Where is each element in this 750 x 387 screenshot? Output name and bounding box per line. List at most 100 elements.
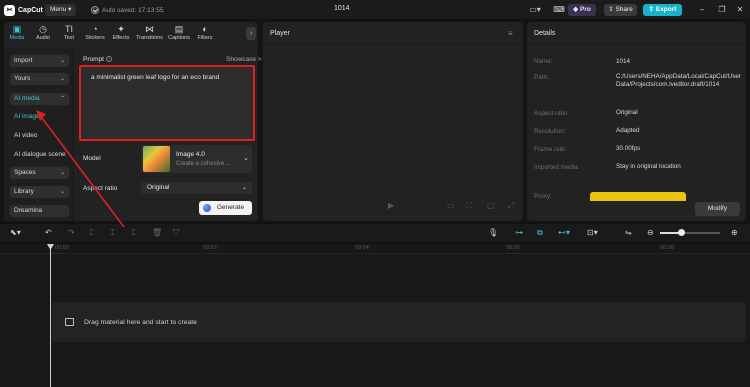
tab-effects[interactable]: ✦ Effects [108, 22, 134, 46]
menu-icon[interactable]: ≡ [508, 29, 513, 38]
tab-filters[interactable]: ◐ Filters [193, 22, 217, 46]
prompt-label: Prompt i [83, 56, 112, 63]
tick-label: 00:00 [55, 245, 69, 251]
text-icon: TI [65, 24, 73, 34]
app-name: CapCut [18, 6, 43, 14]
player-title: Player [270, 30, 290, 37]
split-icon[interactable]: ⌶ [89, 227, 94, 238]
detail-key-proxy: Proxy: [534, 193, 552, 200]
sidebar-item-ai-image[interactable]: AI image [14, 113, 40, 120]
detail-value-aspect: Original [616, 109, 638, 116]
split-right-icon[interactable]: ⌶ [131, 227, 136, 238]
sidebar-item-import[interactable]: Import ⌄ [10, 55, 69, 67]
minimize-icon[interactable]: – [695, 4, 709, 16]
chevron-up-icon: ⌃ [59, 96, 65, 102]
sidebar-item-yours[interactable]: Yours ⌄ [10, 73, 69, 85]
model-thumbnail [143, 146, 170, 172]
share-button[interactable]: ⇪ Share [604, 4, 637, 16]
fit-icon[interactable]: ▭ [447, 201, 455, 210]
film-icon [65, 318, 74, 326]
capcut-logo-icon: ✂ [4, 4, 15, 16]
app-logo: ✂ CapCut [4, 4, 43, 16]
menu-button[interactable]: Menu ▾ [45, 4, 76, 16]
magnet-icon[interactable]: ⧉ [537, 227, 543, 238]
effects-icon: ✦ [117, 24, 125, 34]
detail-value-imported: Stay in original location [616, 163, 681, 170]
sidebar-item-ai-video[interactable]: AI video [14, 132, 38, 139]
proxy-button[interactable] [590, 192, 686, 201]
tab-stickers[interactable]: ◔ Stickers [82, 22, 108, 46]
modify-button[interactable]: Modify [695, 202, 740, 216]
model-name: Image 4.0 [176, 151, 205, 158]
sidebar-item-ai-media[interactable]: AI media ⌃ [10, 93, 69, 105]
aspect-ratio-select[interactable]: Original ⌄ [141, 182, 252, 194]
details-title: Details [534, 30, 556, 37]
tab-media[interactable]: ▣ Media [4, 22, 30, 46]
tabs-next-button[interactable]: › [246, 27, 256, 40]
chevron-down-icon: ⌄ [59, 76, 65, 82]
tab-captions[interactable]: ▤ Captions [165, 22, 193, 46]
zoom-slider-fill [660, 232, 680, 234]
select-tool-icon[interactable]: ⬉▾ [10, 227, 21, 238]
chevron-down-icon: ⌄ [241, 185, 247, 191]
detail-value-framerate: 30.00fps [616, 145, 641, 152]
model-label: Model [83, 155, 101, 162]
detail-key-imported: Imported media: [534, 164, 580, 171]
restore-icon[interactable]: ❐ [715, 4, 729, 16]
fit-timeline-icon[interactable]: ⇋ [625, 227, 632, 238]
tick-label: 00:08 [660, 245, 674, 251]
tick-label: 00:04 [355, 245, 369, 251]
detail-key-path: Path: [534, 74, 549, 81]
prompt-input[interactable]: a minimalist green leaf logo for an eco … [81, 67, 253, 139]
delete-icon[interactable]: 🗑 [152, 227, 162, 238]
split-left-icon[interactable]: ⌶ [110, 227, 115, 238]
close-icon[interactable]: ✕ [733, 4, 747, 16]
tick-label: 00:06 [506, 245, 520, 251]
ratio-icon[interactable]: ▢ [487, 201, 495, 210]
microphone-icon[interactable]: 🎙 [488, 227, 498, 238]
chevron-down-icon: ⌄ [59, 189, 65, 195]
undo-icon[interactable]: ↶ [45, 227, 52, 238]
pro-button[interactable]: ◆ Pro [568, 4, 596, 16]
play-icon[interactable]: ▶ [388, 201, 394, 210]
chevron-down-icon: ⌄ [59, 58, 65, 64]
audio-icon: ◷ [39, 24, 47, 34]
tab-transitions[interactable]: ⋈ Transitions [134, 22, 165, 46]
detail-key-name: Name: [534, 58, 553, 65]
shortcuts-icon[interactable]: ⌨ [552, 4, 566, 16]
detail-value-resolution: Adapted [616, 127, 640, 134]
redo-icon[interactable]: ↷ [68, 227, 75, 238]
playhead[interactable] [50, 244, 51, 387]
shield-icon[interactable]: ⛉ [173, 227, 179, 238]
crop-icon[interactable]: ⛶ [466, 201, 472, 211]
tab-audio[interactable]: ◷ Audio [30, 22, 56, 46]
export-button[interactable]: ⇧ Export [643, 4, 682, 16]
media-sidebar: Import ⌄ Yours ⌄ AI media ⌃ AI image AI vid… [4, 48, 74, 221]
fullscreen-icon[interactable]: ⤢ [508, 201, 514, 211]
stickers-icon: ◔ [92, 24, 98, 34]
main-track-link-icon[interactable]: ⊶ [515, 227, 523, 238]
zoom-in-icon[interactable]: ⊕ [731, 227, 738, 238]
sidebar-item-dreamina[interactable]: Dreamina [10, 205, 69, 217]
zoom-slider-handle[interactable] [678, 229, 685, 236]
captions-icon: ▤ [174, 24, 184, 34]
chevron-down-icon: ⌄ [59, 170, 65, 176]
autosave-status: Auto saved: 17:13:55 [91, 4, 163, 16]
tab-text[interactable]: TI Text [56, 22, 82, 46]
preview-axis-icon[interactable]: ⊡▾ [587, 227, 598, 238]
showcase-link[interactable]: Showcase > [226, 56, 262, 63]
empty-track-hint: Drag material here and start to create [84, 319, 197, 326]
zoom-out-icon[interactable]: ⊖ [647, 227, 654, 238]
detail-value-path: C:/Users/NEHA/AppData/Local/CapCut/User … [616, 73, 741, 89]
layout-icon[interactable]: ▭▾ [528, 4, 542, 16]
sidebar-item-spaces[interactable]: Spaces ⌄ [10, 167, 69, 179]
link-icon[interactable]: ⊷▾ [558, 227, 570, 238]
aspect-ratio-label: Aspect ratio [83, 185, 118, 192]
info-icon[interactable]: i [105, 56, 112, 63]
check-icon [91, 6, 99, 14]
transitions-icon: ⋈ [145, 24, 154, 34]
sidebar-item-library[interactable]: Library ⌄ [10, 186, 69, 198]
sidebar-item-ai-dialogue-scene[interactable]: AI dialogue scene [14, 151, 66, 158]
timeline-ruler [0, 253, 750, 254]
divider [527, 43, 746, 44]
